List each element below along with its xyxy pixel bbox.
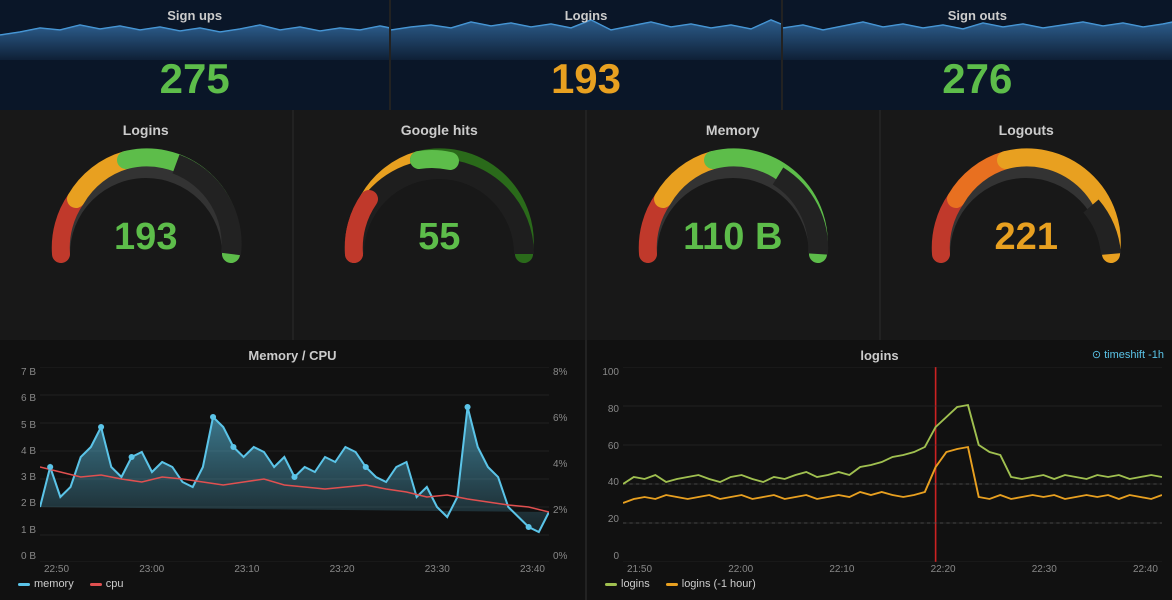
y-left-label-0b: 0 B [10,551,36,562]
cpu-legend-label: cpu [106,578,124,590]
logins-y-20: 20 [597,514,619,525]
logins-gauge-title: Logins [123,122,169,138]
cpu-legend-item: cpu [90,578,124,590]
logins-x-2240: 22:40 [1133,564,1158,575]
stats-row: Sign ups 275 Logins 193 [0,0,1172,110]
y-left-label-7b: 7 B [10,367,36,378]
y-left-label-4b: 4 B [10,446,36,457]
memory-gauge-value: 110 B [633,216,833,259]
charts-row: Memory / CPU 7 B 6 B 5 B 4 B 3 B 2 B 1 B… [0,340,1172,600]
logins-chart-card: logins ⊙ timeshift -1h 100 80 60 40 20 0 [587,340,1172,600]
timeshift-badge[interactable]: ⊙ timeshift -1h [1092,348,1164,361]
y-right-label-0: 0% [553,551,575,562]
memory-cpu-chart-title: Memory / CPU [10,348,575,363]
googlehits-gauge: 55 [339,144,539,264]
x-label-2300: 23:00 [139,564,164,575]
y-left-label-6b: 6 B [10,393,36,404]
memory-gauge-card: Memory 110 B [587,110,879,340]
y-left-label-2b: 2 B [10,498,36,509]
memory-cpu-legend: memory cpu [10,575,575,593]
y-right-label-8: 8% [553,367,575,378]
googlehits-gauge-title: Google hits [401,122,478,138]
logins-1h-legend-dot [666,583,678,586]
logouts-gauge: 221 [926,144,1126,264]
logins-y-0: 0 [597,551,619,562]
logins-chart-legend: logins logins (-1 hour) [597,575,1162,593]
signups-card: Sign ups 275 [0,0,389,110]
googlehits-gauge-card: Google hits 55 [294,110,586,340]
cpu-legend-dot [90,583,102,586]
logins-gauge-card: Logins 193 [0,110,292,340]
y-left-label-1b: 1 B [10,525,36,536]
gauges-row: Logins 193 Google hits [0,110,1172,340]
x-label-2330: 23:30 [425,564,450,575]
logins-x-2220: 22:20 [931,564,956,575]
y-left-label-3b: 3 B [10,472,36,483]
signups-title: Sign ups [0,8,389,23]
logins-legend-label: logins [621,578,650,590]
logins-stat-card: Logins 193 [391,0,780,110]
logins-1h-legend-label: logins (-1 hour) [682,578,756,590]
logins-gauge-value: 193 [46,216,246,259]
memory-legend-dot [18,583,30,586]
y-left-label-5b: 5 B [10,420,36,431]
y-right-label-6: 6% [553,413,575,424]
memory-gauge-title: Memory [706,122,760,138]
timeshift-label: timeshift -1h [1104,349,1164,361]
x-label-2250: 22:50 [44,564,69,575]
logins-x-2200: 22:00 [728,564,753,575]
logins-stat-title: Logins [391,8,780,23]
logouts-gauge-title: Logouts [999,122,1054,138]
logins-legend-item: logins [605,578,650,590]
logins-gauge: 193 [46,144,246,264]
x-label-2310: 23:10 [234,564,259,575]
logouts-gauge-card: Logouts 221 [881,110,1172,340]
memory-cpu-chart-card: Memory / CPU 7 B 6 B 5 B 4 B 3 B 2 B 1 B… [0,340,585,600]
signups-value: 275 [160,58,230,100]
logins-stat-value: 193 [551,58,621,100]
y-right-label-4: 4% [553,459,575,470]
logins-x-2230: 22:30 [1032,564,1057,575]
logouts-gauge-value: 221 [926,216,1126,259]
timeshift-icon: ⊙ [1092,348,1101,361]
memory-legend-item: memory [18,578,74,590]
memory-legend-label: memory [34,578,74,590]
dashboard: Sign ups 275 Logins 193 [0,0,1172,600]
logins-y-80: 80 [597,404,619,415]
logins-y-100: 100 [597,367,619,378]
logins-1h-legend-item: logins (-1 hour) [666,578,756,590]
x-label-2320: 23:20 [330,564,355,575]
logins-chart-title: logins [597,348,1162,363]
googlehits-gauge-value: 55 [339,216,539,259]
x-label-2340: 23:40 [520,564,545,575]
y-right-label-2: 2% [553,505,575,516]
logins-y-60: 60 [597,441,619,452]
memory-gauge: 110 B [633,144,833,264]
signouts-card: Sign outs 276 [783,0,1172,110]
logins-x-2210: 22:10 [829,564,854,575]
signouts-title: Sign outs [783,8,1172,23]
logins-x-2150: 21:50 [627,564,652,575]
logins-y-40: 40 [597,477,619,488]
signouts-value: 276 [942,58,1012,100]
logins-legend-dot [605,583,617,586]
